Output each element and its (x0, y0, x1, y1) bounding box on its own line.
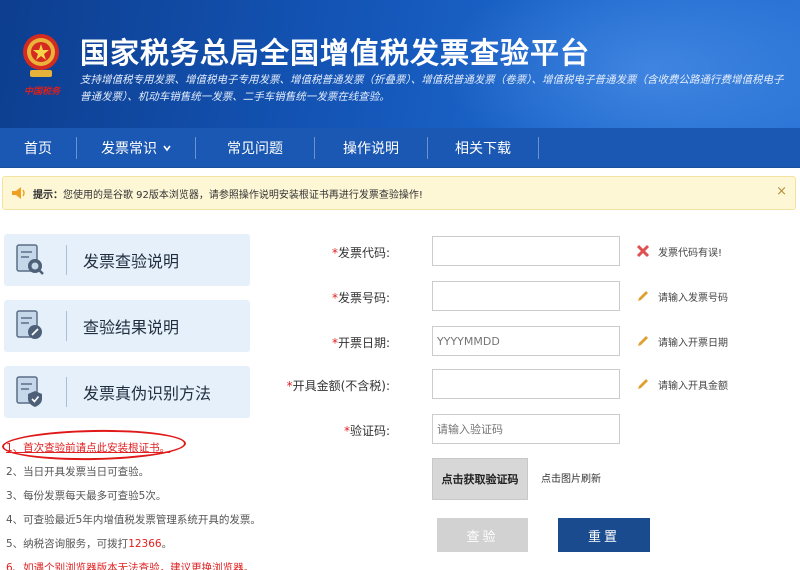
nav-item-faq[interactable]: 常见问题 (196, 128, 314, 168)
tip-item: 4、可查验最近5年内增值税发票管理系统开具的发票。 (6, 514, 261, 526)
invoice-code-input[interactable] (432, 236, 620, 266)
emblem-caption: 中国税务 (23, 87, 60, 97)
label-text: 开具金额(不含税): (292, 379, 390, 393)
side-divider (66, 245, 67, 275)
notice-prefix: 提示： (33, 189, 63, 201)
tip-item: 1、首次查验前请点此安装根证书。 (6, 436, 266, 460)
check-button[interactable]: 查验 (437, 518, 528, 552)
invoice-date-hint: 请输入开票日期 (658, 338, 728, 349)
nav-divider (538, 136, 539, 159)
captcha-row: *验证码: (300, 414, 780, 446)
field-label: *发票代码: (332, 244, 390, 261)
pencil-icon (638, 336, 648, 346)
invoice-code-error: 发票代码有误! (658, 248, 723, 259)
notice-text: 您使用的是谷歌 92版本浏览器，请参照操作说明安装根证书再进行发票查验操作! (63, 189, 423, 201)
doc-edit-icon (4, 300, 56, 352)
hotline-number: 12366 (128, 538, 162, 550)
label-text: 发票代码: (337, 246, 390, 260)
tip-text: 5、纳税咨询服务，可拨打 (6, 538, 129, 550)
site-title: 国家税务总局全国增值税发票查验平台 (80, 36, 591, 70)
captcha-refresh-text[interactable]: 点击图片刷新 (541, 470, 601, 485)
tip-item: 5、纳税咨询服务，可拨打12366。 (6, 532, 266, 556)
captcha-input[interactable] (432, 414, 620, 444)
field-label: *验证码: (344, 422, 390, 439)
close-icon[interactable]: × (776, 184, 787, 199)
invoice-amount-row: *开具金额(不含税): 请输入开具金额 (287, 369, 780, 401)
pencil-icon (638, 379, 648, 389)
nav-item-downloads[interactable]: 相关下载 (428, 128, 538, 168)
speaker-icon (12, 187, 25, 199)
tax-emblem-icon (23, 34, 59, 77)
side-item-verification-guide[interactable]: 发票查验说明 (4, 234, 250, 286)
nav-label: 常见问题 (227, 140, 283, 157)
install-root-cert-link[interactable]: 1、首次查验前请点此安装根证书。 (6, 442, 170, 454)
side-item-label: 查验结果说明 (83, 318, 180, 337)
pencil-icon (638, 291, 648, 301)
field-label: *开具金额(不含税): (287, 377, 390, 394)
side-divider (66, 377, 67, 407)
side-divider (66, 311, 67, 341)
nav-label: 发票常识 (101, 140, 157, 157)
nav-item-home[interactable]: 首页 (0, 128, 76, 168)
invoice-amount-hint: 请输入开具金额 (658, 381, 728, 392)
tip-item: 6、如遇个别浏览器版本无法查验，建议更换浏览器。 (6, 562, 255, 570)
side-item-label: 发票真伪识别方法 (83, 384, 212, 403)
chevron-down-icon (163, 145, 171, 151)
main-nav: 首页 发票常识 常见问题 操作说明 相关下载 (0, 128, 800, 168)
tip-item: 3、每份发票每天最多可查验5次。 (6, 490, 167, 502)
site-description: 支持增值税专用发票、增值税电子专用发票、增值税普通发票（折叠票）、增值税普通发票… (80, 74, 784, 103)
invoice-code-row: *发票代码: 发票代码有误! (300, 236, 780, 268)
label-text: 开票日期: (337, 336, 390, 350)
tip-item: 2、当日开具发票当日可查验。 (6, 466, 150, 478)
tips-list: 1、首次查验前请点此安装根证书。 2、当日开具发票当日可查验。 3、每份发票每天… (6, 436, 266, 570)
invoice-date-row: *开票日期: 请输入开票日期 (300, 326, 780, 358)
nav-item-invoice-knowledge[interactable]: 发票常识 (77, 128, 195, 168)
error-x-icon (636, 244, 650, 258)
invoice-date-input[interactable] (432, 326, 620, 356)
label-text: 验证码: (349, 424, 390, 438)
side-item-result-guide[interactable]: 查验结果说明 (4, 300, 250, 352)
invoice-number-row: *发票号码: 请输入发票号码 (300, 281, 780, 313)
nav-label: 首页 (24, 140, 52, 157)
nav-item-instructions[interactable]: 操作说明 (315, 128, 427, 168)
invoice-amount-input[interactable] (432, 369, 620, 399)
captcha-image[interactable]: 点击获取验证码 (432, 458, 528, 500)
invoice-number-hint: 请输入发票号码 (658, 293, 728, 304)
side-item-label: 发票查验说明 (83, 252, 180, 271)
browser-notice: 提示： 您使用的是谷歌 92版本浏览器，请参照操作说明安装根证书再进行发票查验操… (2, 176, 796, 210)
doc-search-icon (4, 234, 56, 286)
field-label: *开票日期: (332, 334, 390, 351)
label-text: 发票号码: (337, 291, 390, 305)
invoice-number-input[interactable] (432, 281, 620, 311)
doc-shield-icon (4, 366, 56, 418)
nav-label: 操作说明 (343, 140, 399, 157)
tip-text: 。 (161, 538, 173, 550)
header-banner: 中国税务 国家税务总局全国增值税发票查验平台 支持增值税专用发票、增值税电子专用… (0, 0, 800, 128)
field-label: *发票号码: (332, 289, 390, 306)
reset-button[interactable]: 重置 (558, 518, 650, 552)
nav-label: 相关下载 (455, 140, 511, 157)
side-item-authenticity-guide[interactable]: 发票真伪识别方法 (4, 366, 250, 418)
